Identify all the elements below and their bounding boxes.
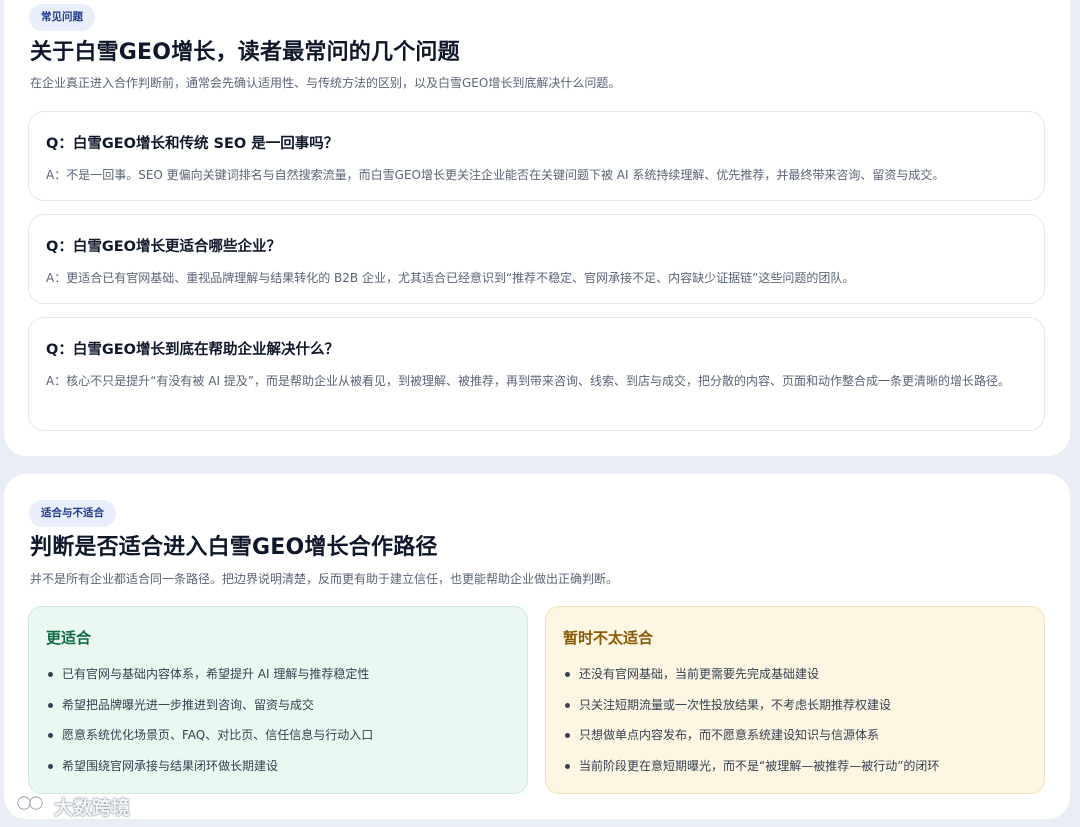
suitable-panel: 更适合 已有官网与基础内容体系，希望提升 AI 理解与推荐稳定性 希望把品牌曝光… [28, 606, 528, 794]
faq-item[interactable]: Q：白雪GEO增长和传统 SEO 是一回事吗？ A：不是一回事。SEO 更偏向关… [28, 111, 1045, 201]
fit-badge: 适合与不适合 [29, 500, 116, 527]
list-item: 当前阶段更在意短期曝光，而不是“被理解—被推荐—被行动”的闭环 [563, 751, 939, 782]
faq-item[interactable]: Q：白雪GEO增长更适合哪些企业？ A：更适合已有官网基础、重视品牌理解与结果转… [28, 214, 1045, 304]
bullet-icon [48, 733, 53, 738]
faq-question: Q：白雪GEO增长更适合哪些企业？ [46, 239, 281, 255]
list-item: 只想做单点内容发布，而不愿意系统建设知识与信源体系 [563, 720, 939, 751]
fit-title: 判断是否适合进入白雪GEO增长合作路径 [30, 535, 438, 560]
bullet-icon [565, 672, 570, 677]
faq-badge: 常见问题 [29, 4, 95, 31]
logo-icon [8, 794, 48, 818]
bullet-icon [565, 733, 570, 738]
list-item: 只关注短期流量或一次性投放结果，不考虑长期推荐权建设 [563, 690, 939, 721]
suitable-list: 已有官网与基础内容体系，希望提升 AI 理解与推荐稳定性 希望把品牌曝光进一步推… [46, 659, 373, 781]
faq-question: Q：白雪GEO增长到底在帮助企业解决什么？ [46, 342, 339, 358]
bullet-icon [565, 702, 570, 708]
faq-answer: A：更适合已有官网基础、重视品牌理解与结果转化的 B2B 企业，尤其适合已经意识… [46, 271, 855, 285]
faq-answer: A：核心不只是提升“有没有被 AI 提及”，而是帮助企业从被看见，到被理解、被推… [46, 374, 1011, 388]
bullet-icon [565, 763, 570, 769]
unsuitable-panel: 暂时不太适合 还没有官网基础，当前更需要先完成基础建设 只关注短期流量或一次性投… [545, 606, 1045, 794]
faq-answer: A：不是一回事。SEO 更偏向关键词排名与自然搜索流量，而白雪GEO增长更关注企… [46, 168, 945, 182]
unsuitable-title: 暂时不太适合 [563, 629, 654, 647]
faq-item[interactable]: Q：白雪GEO增长到底在帮助企业解决什么？ A：核心不只是提升“有没有被 AI … [28, 317, 1045, 431]
bullet-icon [48, 702, 53, 708]
faq-title: 关于白雪GEO增长，读者最常问的几个问题 [30, 40, 460, 65]
watermark-text: 大数跨境 [54, 796, 131, 819]
fit-section: 适合与不适合 判断是否适合进入白雪GEO增长合作路径 并不是所有企业都适合同一条… [4, 474, 1070, 819]
faq-section: 常见问题 关于白雪GEO增长，读者最常问的几个问题 在企业真正进入合作判断前，通… [4, 0, 1070, 456]
suitable-title: 更适合 [46, 629, 92, 647]
list-item: 希望围绕官网承接与结果闭环做长期建设 [46, 751, 373, 782]
faq-subtitle: 在企业真正进入合作判断前，通常会先确认适用性、与传统方法的区别，以及白雪GEO增… [30, 76, 621, 90]
list-item: 希望把品牌曝光进一步推进到咨询、留资与成交 [46, 690, 373, 721]
watermark: 大数跨境 [8, 792, 130, 820]
list-item: 已有官网与基础内容体系，希望提升 AI 理解与推荐稳定性 [46, 659, 373, 690]
unsuitable-list: 还没有官网基础，当前更需要先完成基础建设 只关注短期流量或一次性投放结果，不考虑… [563, 659, 939, 781]
list-item: 愿意系统优化场景页、FAQ、对比页、信任信息与行动入口 [46, 720, 373, 751]
bullet-icon [48, 763, 53, 769]
faq-question: Q：白雪GEO增长和传统 SEO 是一回事吗？ [46, 136, 339, 152]
list-item: 还没有官网基础，当前更需要先完成基础建设 [563, 659, 939, 690]
bullet-icon [48, 672, 53, 677]
fit-subtitle: 并不是所有企业都适合同一条路径。把边界说明清楚，反而更有助于建立信任，也更能帮助… [30, 572, 619, 586]
